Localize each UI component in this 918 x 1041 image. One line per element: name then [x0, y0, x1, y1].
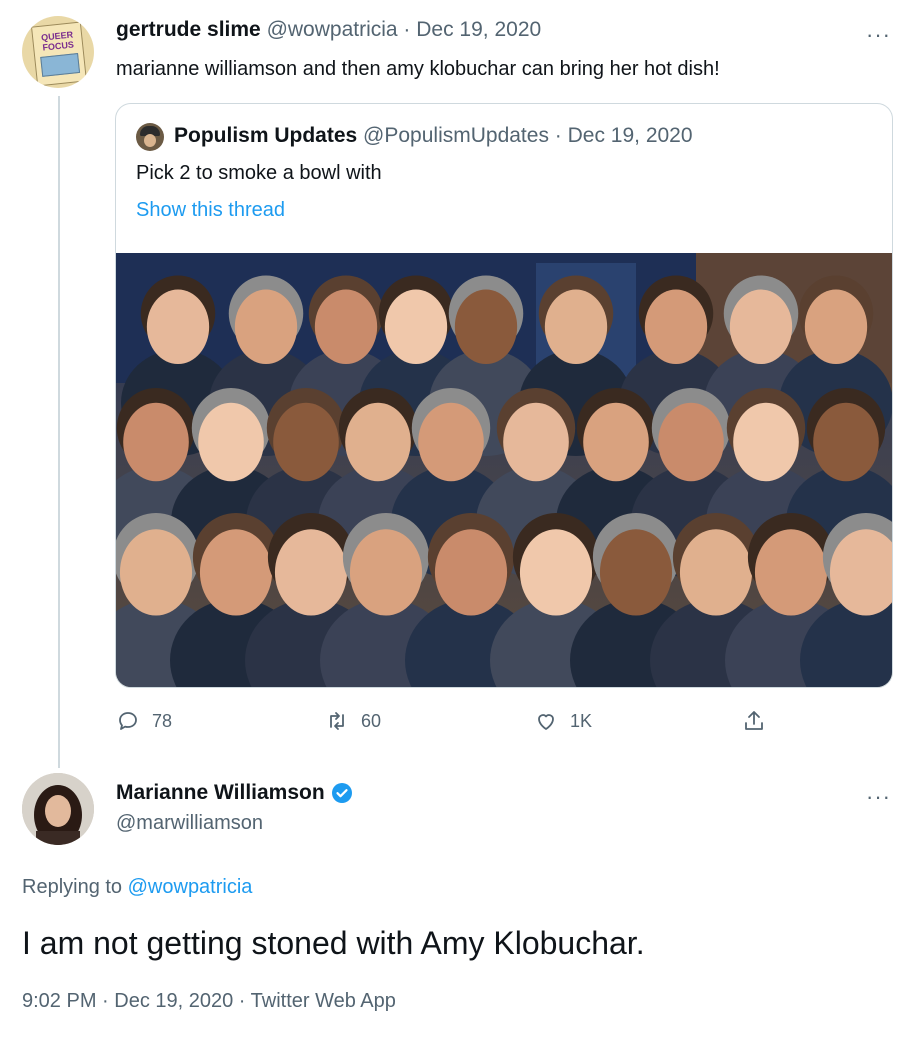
retweet-button[interactable]: 60 — [325, 709, 381, 733]
verified-badge-icon — [331, 783, 352, 803]
more-options-icon[interactable]: ··· — [866, 24, 891, 46]
tweet-text: marianne williamson and then amy klobuch… — [116, 58, 720, 80]
profile-photo — [22, 773, 94, 845]
quoted-photo-group-portrait[interactable] — [116, 253, 892, 687]
retweet-icon — [330, 712, 344, 730]
reply-icon — [119, 712, 137, 730]
like-count: 1K — [570, 710, 593, 731]
tweet-actions-bar: 78 60 1K — [0, 709, 918, 739]
quoted-display-name[interactable]: Populism Updates — [174, 124, 357, 147]
replying-to-line: Replying to @wowpatricia — [22, 876, 252, 899]
avatar-marianne-williamson[interactable] — [22, 773, 94, 845]
quoted-handle-and-date[interactable]: @PopulismUpdates · Dec 19, 2020 — [363, 124, 693, 147]
like-button[interactable]: 1K — [534, 709, 592, 733]
retweet-count: 60 — [361, 710, 382, 731]
reply-button[interactable]: 78 — [116, 709, 172, 733]
group-portrait-illustration — [116, 253, 892, 687]
reply-text: I am not getting stoned with Amy Klobuch… — [22, 925, 645, 961]
replying-to-handle[interactable]: @wowpatricia — [128, 876, 253, 898]
thread-connector-line — [58, 96, 60, 768]
share-icon — [745, 711, 763, 730]
display-name[interactable]: gertrude slime — [116, 18, 261, 41]
more-options-icon-reply[interactable]: ··· — [866, 786, 891, 808]
heart-icon — [538, 714, 554, 730]
reply-header: Marianne Williamson — [116, 781, 353, 805]
handle-and-date[interactable]: @wowpatricia · Dec 19, 2020 — [267, 18, 542, 41]
share-button[interactable] — [742, 709, 766, 733]
reply-handle[interactable]: @marwilliamson — [116, 812, 263, 835]
replying-prefix: Replying to — [22, 876, 123, 898]
reply-timestamp-meta[interactable]: 9:02 PM · Dec 19, 2020 · Twitter Web App — [22, 990, 396, 1013]
show-thread-link[interactable]: Show this thread — [136, 199, 285, 222]
quoted-tweet-card[interactable]: Populism Updates @PopulismUpdates · Dec … — [115, 103, 893, 688]
quoted-text: Pick 2 to smoke a bowl with — [136, 162, 382, 184]
tweet-header: gertrude slime @wowpatricia · Dec 19, 20… — [116, 18, 541, 42]
reply-count: 78 — [152, 710, 173, 731]
quoted-avatar[interactable] — [136, 123, 164, 151]
reply-display-name[interactable]: Marianne Williamson — [116, 781, 325, 805]
avatar-gertrude-slime[interactable]: QUEER FOCUS — [22, 16, 94, 88]
zine-cover-image: QUEER FOCUS — [31, 21, 87, 87]
quoted-header: Populism Updates @PopulismUpdates · Dec … — [174, 124, 693, 148]
